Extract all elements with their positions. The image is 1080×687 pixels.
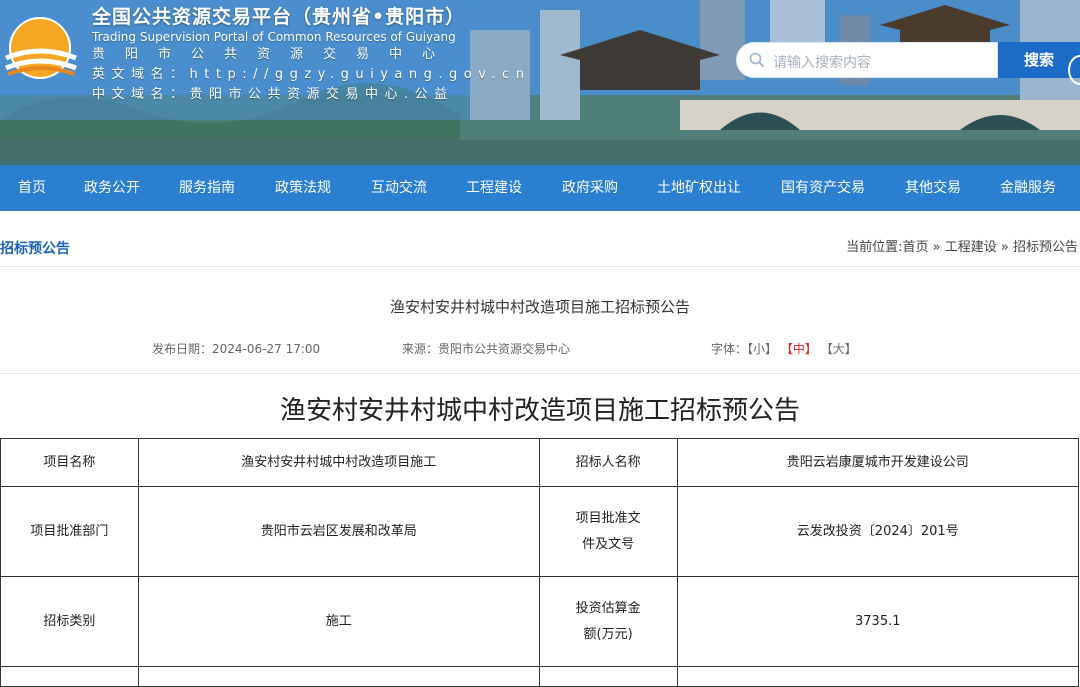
en-domain: http://ggzy.guiyang.gov.cn [189, 67, 531, 82]
search-placeholder: 请输入搜索内容 [773, 55, 871, 71]
font-medium-button[interactable]: 【中】 [781, 342, 817, 356]
font-label: 字体： [711, 342, 748, 356]
breadcrumb-label: 当前位置: [846, 240, 903, 255]
nav-item-state-assets[interactable]: 国有资产交易 [781, 165, 865, 211]
nav-item-interaction[interactable]: 互动交流 [371, 165, 427, 211]
table-row: 招标类别 施工 投资估算金 额(万元) 3735.1 [0, 576, 1080, 667]
cn-domain: 贵阳市公共资源交易中心.公益 [189, 87, 454, 102]
site-logo-icon [5, 17, 77, 79]
table-cell: 项目名称 [0, 438, 139, 487]
breadcrumb-engineering[interactable]: 工程建设 [945, 240, 997, 255]
table-row [0, 666, 1080, 687]
nav-item-home[interactable]: 首页 [18, 165, 46, 211]
breadcrumb: 当前位置:首页 » 工程建设 » 招标预公告 [846, 236, 1078, 255]
font-size-controls: 字体：【小】 【中】 【大】 [711, 340, 857, 357]
breadcrumb-current[interactable]: 招标预公告 [1013, 240, 1078, 255]
table-row: 项目批准部门 贵阳市云岩区发展和改革局 项目批准文 件及文号 云发改投资〔202… [0, 486, 1080, 577]
site-title: 全国公共资源交易平台（贵州省•贵阳市） [92, 6, 466, 28]
section-title: 招标预公告 [0, 241, 70, 257]
nav-item-engineering[interactable]: 工程建设 [466, 165, 522, 211]
table-cell: 招标类别 [0, 576, 139, 667]
article-source: 来源：贵阳市公共资源交易中心 [402, 340, 570, 357]
table-cell [538, 666, 678, 687]
center-name: 贵阳市公共资源交易中心 [92, 47, 456, 62]
table-cell: 项目批准文 件及文号 [538, 486, 678, 577]
source-label: 来源： [402, 342, 439, 356]
table-cell: 招标人名称 [538, 438, 678, 487]
publish-value: 2024-06-27 17:00 [212, 342, 321, 356]
font-small-button[interactable]: 【小】 [747, 342, 777, 356]
cn-domain-line: 中文域名：贵阳市公共资源交易中心.公益 [92, 85, 530, 105]
table-cell: 云发改投资〔2024〕201号 [676, 486, 1080, 577]
table-cell: 贵阳市云岩区发展和改革局 [137, 486, 540, 577]
table-cell: 3735.1 [676, 576, 1080, 667]
nav-item-land-mining[interactable]: 土地矿权出让 [657, 165, 741, 211]
nav-item-service-guide[interactable]: 服务指南 [179, 165, 235, 211]
main-nav: 首页 政务公开 服务指南 政策法规 互动交流 工程建设 政府采购 土地矿权出让 … [0, 165, 1080, 211]
nav-item-financial[interactable]: 金融服务 [1000, 165, 1056, 211]
en-domain-line: 英文域名：http://ggzy.guiyang.gov.cn [92, 65, 530, 85]
nav-item-gov-procurement[interactable]: 政府采购 [562, 165, 618, 211]
site-subtitle: Trading Supervision Portal of Common Res… [92, 30, 456, 44]
table-cell [0, 666, 139, 687]
header-banner: 全国公共资源交易平台（贵州省•贵阳市） Trading Supervision … [0, 0, 1080, 165]
font-large-button[interactable]: 【大】 [821, 342, 857, 356]
en-domain-label: 英文域名： [92, 67, 190, 82]
table-cell [137, 666, 540, 687]
table-cell: 项目批准部门 [0, 486, 139, 577]
breadcrumb-home[interactable]: 首页 [902, 240, 928, 255]
nav-item-gov-affairs[interactable]: 政务公开 [84, 165, 140, 211]
search-icon [749, 52, 765, 68]
publish-date: 发布日期：2024-06-27 17:00 [152, 340, 320, 357]
breadcrumb-sep: » [932, 240, 941, 255]
breadcrumb-sep: » [1000, 240, 1009, 255]
publish-label: 发布日期： [152, 342, 213, 356]
nav-item-other-trading[interactable]: 其他交易 [905, 165, 961, 211]
announcement-heading: 渔安村安井村城中村改造项目施工招标预公告 [279, 396, 800, 426]
table-cell: 投资估算金 额(万元) [538, 576, 678, 667]
table-cell [676, 666, 1080, 687]
cn-domain-label: 中文域名： [92, 87, 190, 102]
table-row: 项目名称 渔安村安井村城中村改造项目施工 招标人名称 贵阳云岩康厦城市开发建设公… [0, 438, 1080, 487]
source-value: 贵阳市公共资源交易中心 [438, 342, 571, 356]
divider [0, 373, 1080, 374]
divider [0, 266, 1080, 267]
table-cell: 施工 [137, 576, 540, 667]
table-cell: 渔安村安井村城中村改造项目施工 [137, 438, 540, 487]
table-cell: 贵阳云岩康厦城市开发建设公司 [676, 438, 1080, 487]
project-info-table: 项目名称 渔安村安井村城中村改造项目施工 招标人名称 贵阳云岩康厦城市开发建设公… [0, 438, 1080, 687]
search-input[interactable]: 请输入搜索内容 [736, 42, 998, 78]
article-title: 渔安村安井村城中村改造项目施工招标预公告 [389, 298, 690, 316]
site-identity: 全国公共资源交易平台（贵州省•贵阳市） Trading Supervision … [92, 5, 530, 105]
nav-item-policies[interactable]: 政策法规 [275, 165, 331, 211]
